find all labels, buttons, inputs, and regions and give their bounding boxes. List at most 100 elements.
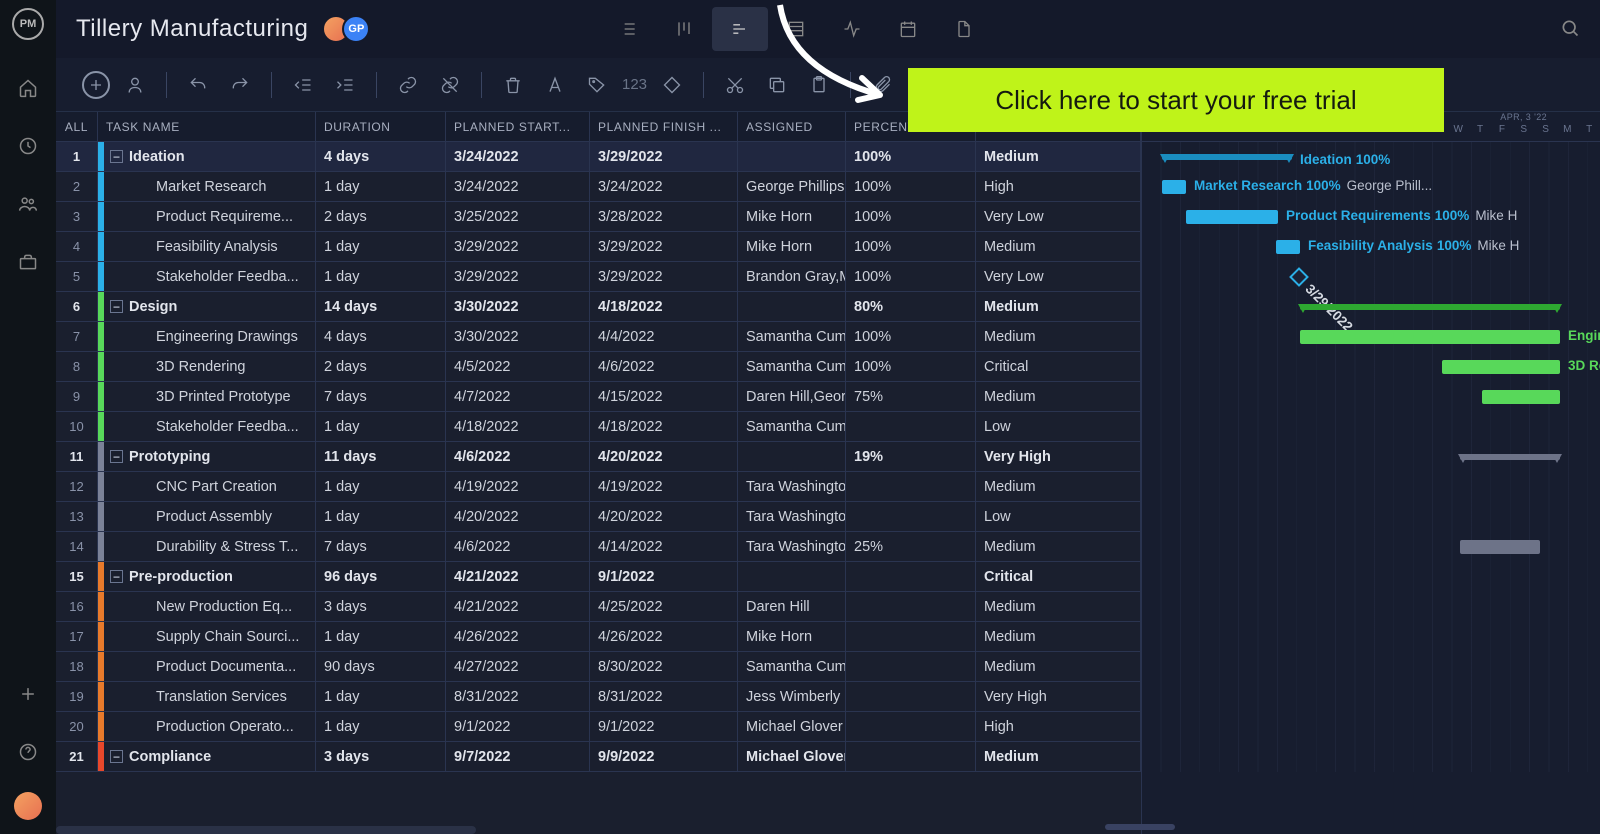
duration-cell[interactable]: 1 day — [316, 412, 446, 441]
assigned-cell[interactable]: Samantha Cum — [738, 352, 846, 381]
task-name-cell[interactable]: −Ideation — [98, 142, 316, 171]
percent-cell[interactable]: 100% — [846, 172, 976, 201]
priority-cell[interactable]: Medium — [976, 742, 1141, 771]
assigned-cell[interactable] — [738, 292, 846, 321]
start-cell[interactable]: 4/21/2022 — [446, 562, 590, 591]
add-task-button[interactable] — [82, 71, 110, 99]
task-row[interactable]: 15−Pre-production96 days4/21/20229/1/202… — [56, 562, 1141, 592]
percent-cell[interactable] — [846, 412, 976, 441]
duration-cell[interactable]: 96 days — [316, 562, 446, 591]
finish-cell[interactable]: 4/20/2022 — [590, 442, 738, 471]
start-cell[interactable]: 4/7/2022 — [446, 382, 590, 411]
start-cell[interactable]: 4/26/2022 — [446, 622, 590, 651]
finish-cell[interactable]: 3/28/2022 — [590, 202, 738, 231]
search-icon[interactable] — [1560, 18, 1580, 41]
start-cell[interactable]: 4/19/2022 — [446, 472, 590, 501]
milestone-icon[interactable] — [655, 68, 689, 102]
duration-cell[interactable]: 1 day — [316, 502, 446, 531]
people-icon[interactable] — [10, 186, 46, 222]
finish-cell[interactable]: 4/15/2022 — [590, 382, 738, 411]
priority-cell[interactable]: High — [976, 712, 1141, 741]
duration-cell[interactable]: 3 days — [316, 592, 446, 621]
cut-icon[interactable] — [718, 68, 752, 102]
priority-cell[interactable]: Critical — [976, 562, 1141, 591]
task-bar[interactable]: Engineering D — [1300, 330, 1560, 344]
assigned-cell[interactable]: Daren Hill,Geor — [738, 382, 846, 411]
priority-cell[interactable]: High — [976, 172, 1141, 201]
collapse-icon[interactable]: − — [110, 300, 123, 313]
task-name-cell[interactable]: 3D Printed Prototype — [98, 382, 316, 411]
duration-cell[interactable]: 3 days — [316, 742, 446, 771]
percent-cell[interactable]: 100% — [846, 352, 976, 381]
duration-cell[interactable]: 1 day — [316, 262, 446, 291]
finish-cell[interactable]: 8/30/2022 — [590, 652, 738, 681]
start-cell[interactable]: 4/6/2022 — [446, 532, 590, 561]
collapse-icon[interactable]: − — [110, 150, 123, 163]
link-icon[interactable] — [391, 68, 425, 102]
task-row[interactable]: 4Feasibility Analysis1 day3/29/20223/29/… — [56, 232, 1141, 262]
task-row[interactable]: 16New Production Eq...3 days4/21/20224/2… — [56, 592, 1141, 622]
percent-cell[interactable] — [846, 682, 976, 711]
duration-cell[interactable]: 4 days — [316, 322, 446, 351]
duration-cell[interactable]: 90 days — [316, 652, 446, 681]
finish-cell[interactable]: 3/24/2022 — [590, 172, 738, 201]
task-row[interactable]: 20Production Operato...1 day9/1/20229/1/… — [56, 712, 1141, 742]
start-cell[interactable]: 3/29/2022 — [446, 232, 590, 261]
assigned-cell[interactable]: Samantha Cum — [738, 412, 846, 441]
assigned-cell[interactable]: Michael Glover — [738, 712, 846, 741]
percent-cell[interactable] — [846, 742, 976, 771]
priority-cell[interactable]: Very Low — [976, 202, 1141, 231]
priority-cell[interactable]: Low — [976, 502, 1141, 531]
percent-cell[interactable] — [846, 472, 976, 501]
task-name-cell[interactable]: 3D Rendering — [98, 352, 316, 381]
summary-bar[interactable] — [1460, 454, 1560, 460]
collapse-icon[interactable]: − — [110, 570, 123, 583]
finish-cell[interactable]: 3/29/2022 — [590, 142, 738, 171]
task-name-cell[interactable]: Durability & Stress T... — [98, 532, 316, 561]
priority-cell[interactable]: Medium — [976, 292, 1141, 321]
task-name-cell[interactable]: Translation Services — [98, 682, 316, 711]
task-bar[interactable]: 3D Renc — [1442, 360, 1560, 374]
start-cell[interactable]: 3/30/2022 — [446, 292, 590, 321]
member-avatars[interactable]: GP — [322, 15, 370, 43]
finish-cell[interactable]: 4/20/2022 — [590, 502, 738, 531]
finish-cell[interactable]: 4/26/2022 — [590, 622, 738, 651]
assigned-cell[interactable]: Samantha Cum — [738, 652, 846, 681]
task-row[interactable]: 13Product Assembly1 day4/20/20224/20/202… — [56, 502, 1141, 532]
undo-icon[interactable] — [181, 68, 215, 102]
assigned-cell[interactable]: Tara Washingto — [738, 472, 846, 501]
list-view-icon[interactable] — [600, 7, 656, 51]
start-cell[interactable]: 3/24/2022 — [446, 142, 590, 171]
task-name-cell[interactable]: New Production Eq... — [98, 592, 316, 621]
delete-icon[interactable] — [496, 68, 530, 102]
task-row[interactable]: 19Translation Services1 day8/31/20228/31… — [56, 682, 1141, 712]
percent-cell[interactable] — [846, 592, 976, 621]
clock-icon[interactable] — [10, 128, 46, 164]
percent-cell[interactable] — [846, 562, 976, 591]
task-row[interactable]: 17Supply Chain Sourci...1 day4/26/20224/… — [56, 622, 1141, 652]
duration-cell[interactable]: 4 days — [316, 142, 446, 171]
priority-cell[interactable]: Medium — [976, 232, 1141, 261]
assigned-cell[interactable]: Jess Wimberly — [738, 682, 846, 711]
priority-cell[interactable]: Medium — [976, 382, 1141, 411]
col-task-name[interactable]: TASK NAME — [98, 112, 316, 141]
col-planned-start[interactable]: PLANNED START... — [446, 112, 590, 141]
help-icon[interactable] — [10, 734, 46, 770]
priority-cell[interactable]: Critical — [976, 352, 1141, 381]
start-cell[interactable]: 3/30/2022 — [446, 322, 590, 351]
task-name-cell[interactable]: Stakeholder Feedba... — [98, 412, 316, 441]
priority-cell[interactable]: Medium — [976, 142, 1141, 171]
finish-cell[interactable]: 9/1/2022 — [590, 562, 738, 591]
duration-cell[interactable]: 14 days — [316, 292, 446, 321]
col-all[interactable]: ALL — [56, 112, 98, 141]
tag-icon[interactable] — [580, 68, 614, 102]
gantt-chart[interactable]: . . , 20 '22 MAR, 27 '22 APR, 3 '22 WTFS… — [1141, 112, 1600, 834]
finish-cell[interactable]: 4/18/2022 — [590, 412, 738, 441]
task-name-cell[interactable]: Market Research — [98, 172, 316, 201]
priority-cell[interactable]: Medium — [976, 532, 1141, 561]
finish-cell[interactable]: 4/18/2022 — [590, 292, 738, 321]
duration-cell[interactable]: 1 day — [316, 712, 446, 741]
task-name-cell[interactable]: −Design — [98, 292, 316, 321]
start-cell[interactable]: 9/7/2022 — [446, 742, 590, 771]
percent-cell[interactable] — [846, 502, 976, 531]
